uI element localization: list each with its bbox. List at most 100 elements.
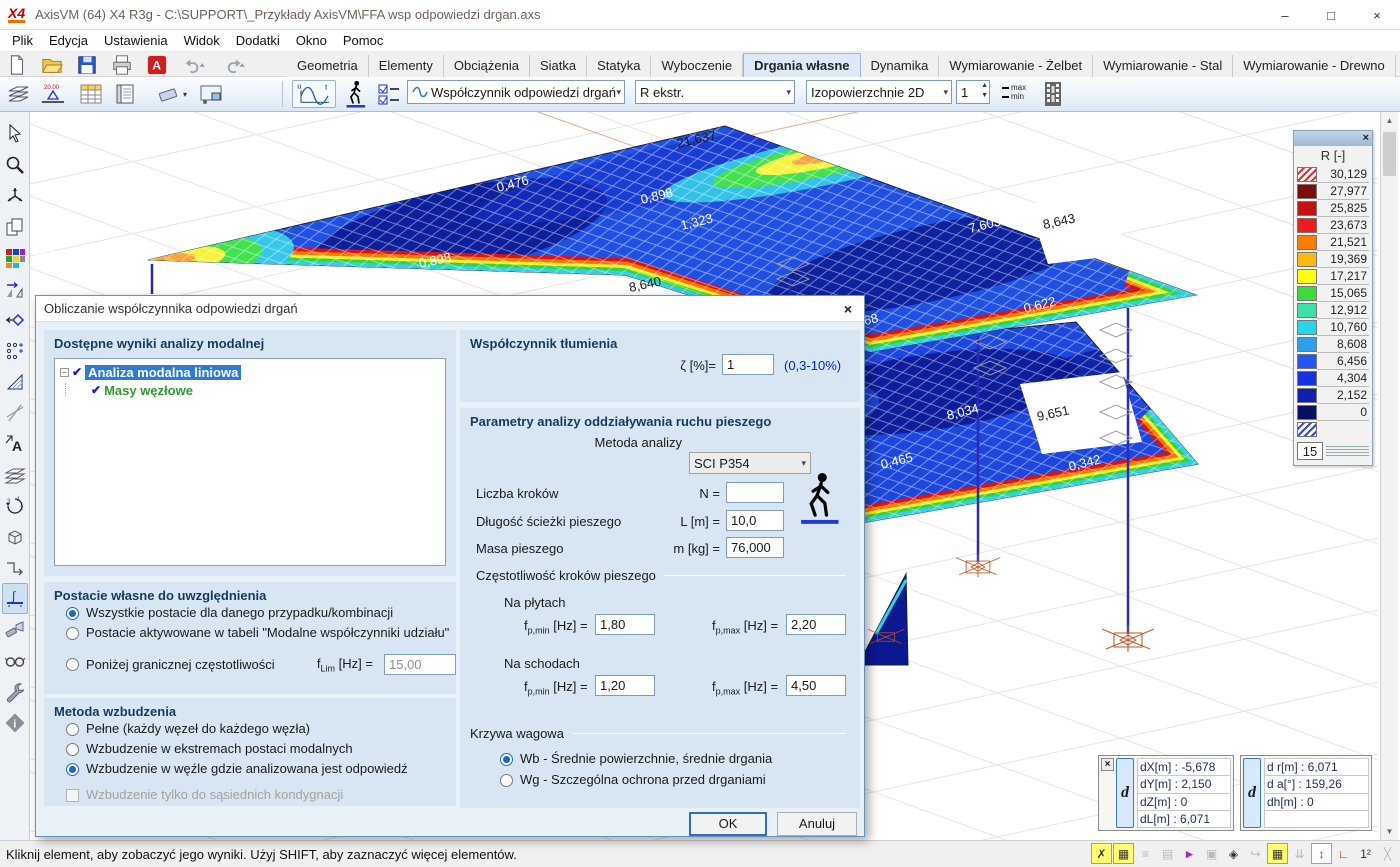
numbering-icon[interactable]: 1²: [1355, 843, 1376, 864]
renumber-icon[interactable]: [2, 614, 28, 645]
menu-item-dodatki[interactable]: Dodatki: [228, 31, 288, 50]
translate-icon[interactable]: [2, 273, 28, 304]
dim-lines-icon[interactable]: ╳: [1377, 843, 1398, 864]
radio-label[interactable]: Wg - Szczególna ochrona przed drganiami: [520, 773, 766, 787]
minimize-button[interactable]: –: [1262, 0, 1308, 30]
dialog-title-bar[interactable]: Obliczanie współczynnika odpowiedzi drga…: [36, 296, 864, 322]
radio-label[interactable]: Postacie aktywowane w tabeli "Modalne ws…: [86, 626, 449, 640]
geometry-check-icon[interactable]: [2, 366, 28, 397]
radio-wb-curve[interactable]: [500, 753, 513, 766]
menu-item-edycja[interactable]: Edycja: [41, 31, 96, 50]
cancel-button[interactable]: Anuluj: [777, 812, 857, 836]
tree-checkbox-checked[interactable]: ✔: [72, 365, 82, 379]
radio-label[interactable]: Wszystkie postacie dla danego przypadku/…: [86, 606, 393, 620]
minmax-icon[interactable]: maxmin: [1002, 83, 1026, 101]
drawing-library-icon[interactable]: [196, 80, 226, 108]
polyline-icon[interactable]: [2, 552, 28, 583]
array-points-icon[interactable]: [2, 335, 28, 366]
radio-label[interactable]: Pełne (każdy węzeł do każdego węzła): [86, 722, 310, 736]
tree-expander-icon[interactable]: −: [60, 368, 69, 377]
redo-icon[interactable]: [220, 54, 248, 76]
tab-elementy[interactable]: Elementy: [369, 55, 444, 77]
radio-wg-curve[interactable]: [500, 774, 513, 787]
rotate-order-icon[interactable]: 123: [2, 490, 28, 521]
move-node-icon[interactable]: [2, 304, 28, 335]
menu-item-widok[interactable]: Widok: [176, 31, 228, 50]
influence-line-icon[interactable]: ∫: [2, 583, 28, 614]
tab-wymiarowanie-żelbet[interactable]: Wymiarowanie - Żelbet: [939, 55, 1093, 77]
stairs-fmin-input[interactable]: 1,20: [595, 675, 655, 696]
close-button[interactable]: ×: [1354, 0, 1400, 30]
grid-cursor-toggle-icon[interactable]: ▦: [1113, 843, 1134, 864]
vertical-scrollbar[interactable]: ▲ ▼: [1380, 112, 1398, 840]
undo-icon[interactable]: [180, 54, 208, 76]
tree-item-root[interactable]: Analiza modalna liniowa: [85, 365, 241, 380]
legend-levels-input[interactable]: 15: [1297, 442, 1323, 460]
radio-label[interactable]: Wzbudzenie w ekstremach postaci modalnyc…: [86, 742, 353, 756]
animation-icon[interactable]: [1038, 80, 1068, 108]
radio-label[interactable]: Wzbudzenie w węźle gdzie analizowana jes…: [86, 762, 408, 776]
print-icon[interactable]: [110, 54, 134, 76]
tab-wyboczenie[interactable]: Wyboczenie: [651, 55, 743, 77]
new-file-icon[interactable]: [6, 54, 28, 76]
radio-all-modes[interactable]: [66, 607, 79, 620]
tree-item-child[interactable]: Masy węzłowe: [104, 383, 193, 398]
dimension-lines-icon[interactable]: [2, 397, 28, 428]
parts-icon[interactable]: [2, 211, 28, 242]
display-mode-combo[interactable]: Izopowierzchnie 2D ▾: [806, 80, 952, 104]
load-display-icon[interactable]: ⇊: [1289, 843, 1310, 864]
coords-close-icon[interactable]: ×: [1101, 758, 1114, 771]
wireframe-view-icon[interactable]: ▤: [1157, 843, 1178, 864]
color-coding-icon[interactable]: [2, 242, 28, 273]
menu-item-pomoc[interactable]: Pomoc: [335, 31, 391, 50]
delta-toggle[interactable]: d: [1243, 758, 1261, 828]
report-maker-icon[interactable]: [110, 80, 140, 108]
save-view-icon[interactable]: ▣: [1201, 843, 1222, 864]
pdf-export-icon[interactable]: A: [146, 54, 168, 76]
settings-wrench-icon[interactable]: [2, 676, 28, 707]
delta-toggle[interactable]: d: [1116, 758, 1134, 828]
envelope-combo[interactable]: R ekstr. ▾: [635, 80, 795, 104]
menu-item-okno[interactable]: Okno: [288, 31, 335, 50]
rendered-view-icon[interactable]: ►: [1179, 843, 1200, 864]
selection-cursor-icon[interactable]: [2, 118, 28, 149]
modal-results-tree[interactable]: − ✔ Analiza modalna liniowa ✔ Masy węzło…: [54, 358, 446, 566]
tab-drgania-własne[interactable]: Drgania własne: [743, 53, 860, 77]
tab-wymiarowanie-drewno[interactable]: Wymiarowanie - Drewno: [1233, 55, 1395, 77]
layers-icon[interactable]: [4, 80, 34, 108]
tab-siatka[interactable]: Siatka: [530, 55, 587, 77]
coordinate-axes-icon[interactable]: [2, 180, 28, 211]
open-file-icon[interactable]: [40, 54, 64, 76]
legend-close-icon[interactable]: ×: [1360, 133, 1372, 144]
result-component-combo[interactable]: Współczynnik odpowiedzi drgań ▾: [407, 80, 625, 104]
scrollbar-thumb[interactable]: [1383, 132, 1396, 176]
table-browser-icon[interactable]: [76, 80, 106, 108]
text-box-icon[interactable]: A: [2, 428, 28, 459]
tab-geometria[interactable]: Geometria: [287, 55, 369, 77]
path-input[interactable]: 10,0: [726, 510, 784, 531]
maximize-button[interactable]: □: [1308, 0, 1354, 30]
table-rows-icon[interactable]: ≡: [1135, 843, 1156, 864]
mass-input[interactable]: 76,000: [726, 537, 784, 558]
coord-axes-icon[interactable]: ∟: [1333, 843, 1354, 864]
zeta-input[interactable]: 1: [722, 354, 774, 375]
mode-number-spinner[interactable]: 1 ▲▼: [956, 80, 990, 104]
snap-toggle-icon[interactable]: ✗: [1091, 843, 1112, 864]
radio-label[interactable]: Wb - Średnie powierzchnie, średnie drgan…: [520, 752, 772, 766]
tab-wymiarowanie-stal[interactable]: Wymiarowanie - Stal: [1093, 55, 1233, 77]
slabs-fmax-input[interactable]: 2,20: [786, 614, 846, 635]
steps-input[interactable]: [726, 482, 784, 503]
menu-item-plik[interactable]: Plik: [4, 31, 41, 50]
method-combo[interactable]: SCI P354 ▾: [689, 452, 811, 474]
eraser-icon[interactable]: ▾: [152, 80, 192, 108]
legend-scale-icon[interactable]: [1326, 444, 1369, 458]
stairs-fmax-input[interactable]: 4,50: [786, 675, 846, 696]
display-options-icon[interactable]: [2, 645, 28, 676]
radio-full-excitation[interactable]: [66, 723, 79, 736]
time-history-icon[interactable]: ut: [292, 80, 336, 108]
tree-checkbox-checked[interactable]: ✔: [91, 383, 101, 397]
radio-label[interactable]: Poniżej granicznej częstotliwości: [86, 658, 275, 672]
radio-mode-extremes[interactable]: [66, 743, 79, 756]
menu-item-ustawienia[interactable]: Ustawienia: [96, 31, 176, 50]
node-snap-icon[interactable]: ◈: [1223, 843, 1244, 864]
